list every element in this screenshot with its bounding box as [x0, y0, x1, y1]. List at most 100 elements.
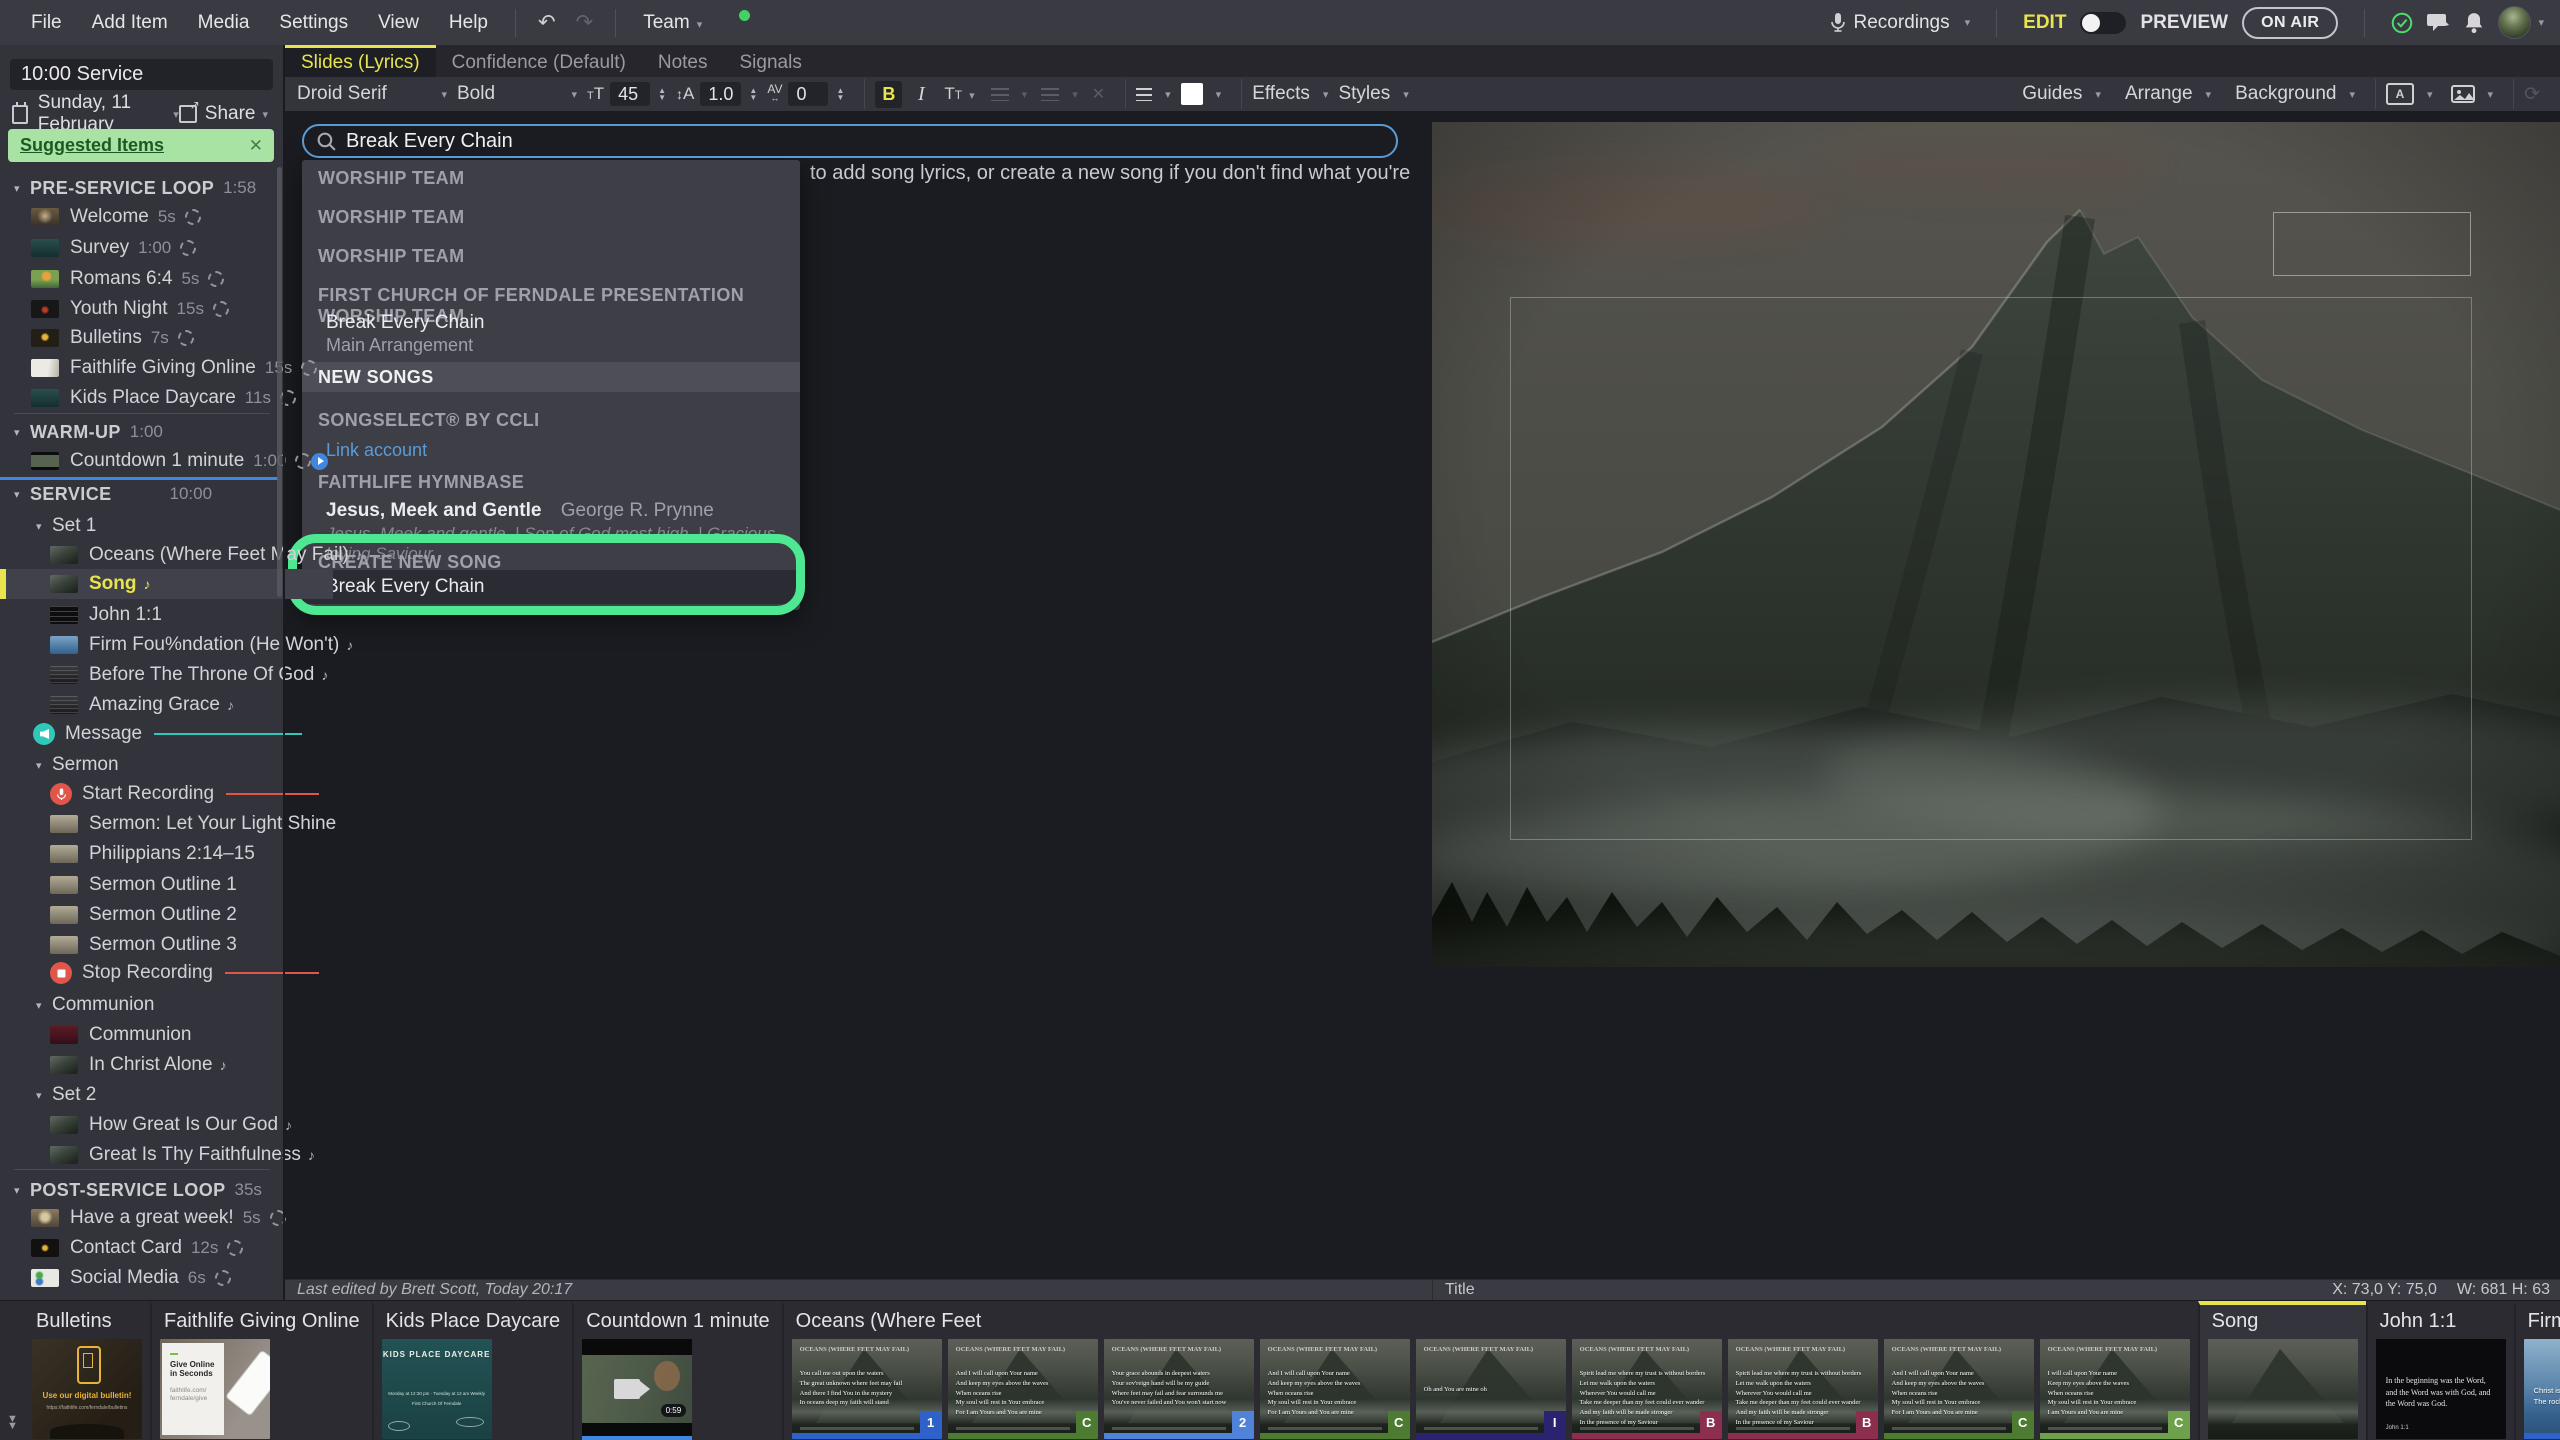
- suggested-items-banner[interactable]: Suggested Items ✕: [8, 129, 274, 162]
- edit-preview-toggle[interactable]: [2080, 12, 2126, 34]
- styles-menu[interactable]: Styles▾: [1338, 83, 1408, 105]
- group-sermon[interactable]: ▾ Sermon: [0, 750, 283, 780]
- line-spacing-stepper[interactable]: ▲▼: [749, 87, 757, 101]
- slide-thumbnail-bulletins[interactable]: Use our digital bulletin! https://faithl…: [32, 1339, 142, 1439]
- title-text-box[interactable]: [2273, 212, 2471, 276]
- chevron-down-icon[interactable]: ▾: [14, 1184, 30, 1197]
- play-button[interactable]: [311, 453, 328, 470]
- service-item-romans[interactable]: Romans 6:4 5s: [0, 264, 314, 294]
- chevron-down-icon[interactable]: ▾: [36, 759, 52, 772]
- filmstrip-collapse-icon[interactable]: ▼▼: [7, 1416, 18, 1430]
- group-set-2[interactable]: ▾ Set 2: [0, 1080, 283, 1110]
- menu-settings[interactable]: Settings: [264, 12, 363, 34]
- chat-icon[interactable]: [2427, 12, 2450, 33]
- guides-menu[interactable]: Guides▾: [2022, 83, 2101, 105]
- slide-thumbnail-firm-foundation[interactable]: Christ is my firm foundation The rock on…: [2524, 1339, 2560, 1439]
- text-color-select[interactable]: ▾: [1181, 83, 1222, 105]
- slide-thumbnail-bridge[interactable]: OCEANS (WHERE FEET MAY FAIL) Spirit lead…: [1572, 1339, 1722, 1439]
- bold-button[interactable]: B: [875, 81, 902, 108]
- slide-thumbnail-chorus[interactable]: OCEANS (WHERE FEET MAY FAIL) And I will …: [1884, 1339, 2034, 1439]
- effects-menu[interactable]: Effects▾: [1252, 83, 1328, 105]
- section-service[interactable]: ▾ SERVICE 10:00: [0, 479, 283, 509]
- menu-view[interactable]: View: [363, 12, 434, 34]
- filmstrip-group-label[interactable]: Countdown 1 minute: [586, 1310, 769, 1333]
- slide-thumbnail-ending-chorus[interactable]: OCEANS (WHERE FEET MAY FAIL) I will call…: [2040, 1339, 2190, 1439]
- font-size-input[interactable]: 45: [610, 82, 650, 106]
- service-item-survey[interactable]: Survey 1:00: [0, 233, 314, 263]
- filmstrip-group-label[interactable]: John 1:1: [2380, 1310, 2502, 1333]
- chevron-down-icon[interactable]: ▾: [36, 999, 52, 1012]
- status-check-icon[interactable]: [2391, 12, 2413, 34]
- service-item-contact-card[interactable]: Contact Card 12s: [0, 1233, 314, 1263]
- slide-thumbnail-song[interactable]: [2208, 1339, 2358, 1439]
- close-icon[interactable]: ✕: [249, 136, 263, 156]
- tab-notes[interactable]: Notes: [642, 45, 724, 77]
- chevron-down-icon[interactable]: ▾: [14, 426, 30, 439]
- menu-file[interactable]: File: [16, 12, 77, 34]
- slide-thumbnail-kids[interactable]: KIDS PLACE DAYCARE Monday at 12:30 pm · …: [382, 1339, 492, 1439]
- slide-thumbnail-interlude[interactable]: OCEANS (WHERE FEET MAY FAIL) Oh and You …: [1416, 1339, 1566, 1439]
- slide-thumbnail-verse-1[interactable]: OCEANS (WHERE FEET MAY FAIL) You call me…: [792, 1339, 942, 1439]
- result-hymn-title[interactable]: Jesus, Meek and Gentle George R. Prynne: [326, 500, 714, 522]
- service-item-youth-night[interactable]: Youth Night 15s: [0, 294, 314, 324]
- service-item-social-media[interactable]: Social Media 6s: [0, 1263, 314, 1293]
- filmstrip-group-label[interactable]: Oceans (Where Feet: [796, 1310, 2186, 1333]
- service-item-message[interactable]: Message: [0, 719, 316, 749]
- bell-icon[interactable]: [2464, 12, 2484, 34]
- background-menu[interactable]: Background▾: [2235, 83, 2355, 105]
- font-family-select[interactable]: Droid Serif▾: [297, 83, 447, 105]
- slide-thumbnail-countdown[interactable]: 0:59: [582, 1339, 692, 1439]
- filmstrip-group-label[interactable]: Firm Fou%ndation (He: [2528, 1310, 2560, 1333]
- link-account-link[interactable]: Link account: [326, 440, 427, 461]
- slide-edit-canvas[interactable]: [1432, 122, 2560, 967]
- filmstrip-group-label[interactable]: Faithlife Giving Online: [164, 1310, 360, 1333]
- section-warm-up[interactable]: ▾ WARM-UP 1:00: [0, 417, 283, 447]
- line-spacing-input[interactable]: 1.0: [700, 82, 741, 106]
- insert-image-button[interactable]: ▾: [2451, 85, 2494, 103]
- group-communion[interactable]: ▾ Communion: [0, 990, 283, 1020]
- arrange-menu[interactable]: Arrange▾: [2125, 83, 2211, 105]
- slide-thumbnail-verse-2[interactable]: OCEANS (WHERE FEET MAY FAIL) Your grace …: [1104, 1339, 1254, 1439]
- slide-thumbnail-bridge[interactable]: OCEANS (WHERE FEET MAY FAIL) Spirit lead…: [1728, 1339, 1878, 1439]
- italic-button[interactable]: I: [908, 83, 934, 106]
- share-menu[interactable]: Share▾: [179, 103, 268, 125]
- filmstrip-group-label[interactable]: Kids Place Daycare: [386, 1310, 561, 1333]
- chevron-down-icon[interactable]: ▾: [14, 488, 30, 501]
- insert-text-box-button[interactable]: A▾: [2386, 83, 2433, 105]
- on-air-button[interactable]: ON AIR: [2242, 7, 2338, 39]
- service-item-welcome[interactable]: Welcome 5s: [0, 202, 314, 232]
- text-case-button[interactable]: TT▾: [944, 84, 974, 104]
- result-song-break-every-chain[interactable]: Break Every Chain: [326, 312, 484, 334]
- chevron-down-icon[interactable]: ▾: [36, 520, 52, 533]
- user-avatar-menu[interactable]: ▾: [2498, 6, 2544, 39]
- recordings-menu[interactable]: Recordings▾: [1830, 12, 1971, 34]
- menu-add-item[interactable]: Add Item: [77, 12, 183, 34]
- section-pre-service-loop[interactable]: ▾ PRE-SERVICE LOOP 1:58: [0, 173, 283, 203]
- service-item-countdown[interactable]: Countdown 1 minute 1:00: [0, 446, 314, 476]
- menu-media[interactable]: Media: [183, 12, 265, 34]
- align-select[interactable]: ▾: [1136, 88, 1171, 101]
- service-item-giving[interactable]: Faithlife Giving Online 15s: [0, 353, 314, 383]
- letter-spacing-input[interactable]: 0: [788, 82, 828, 106]
- service-item-k​ids-place[interactable]: Kids Place Daycare 11s: [0, 383, 314, 413]
- tab-slides-lyrics[interactable]: Slides (Lyrics): [285, 45, 436, 77]
- tab-signals[interactable]: Signals: [724, 45, 818, 77]
- slide-thumbnail-giving[interactable]: Give Online in Seconds faithlife.com/ fe…: [160, 1339, 270, 1439]
- service-item-have-a-great-week[interactable]: Have a great week! 5s: [0, 1203, 314, 1233]
- font-weight-select[interactable]: Bold▾: [457, 83, 577, 105]
- undo-icon[interactable]: ↶: [528, 10, 566, 35]
- letter-spacing-stepper[interactable]: ▲▼: [836, 87, 844, 101]
- menu-help[interactable]: Help: [434, 12, 503, 34]
- song-search-input[interactable]: [302, 124, 1398, 158]
- content-text-box[interactable]: [1510, 297, 2472, 840]
- font-size-stepper[interactable]: ▲▼: [658, 87, 666, 101]
- sidebar-scrollbar[interactable]: [277, 167, 282, 597]
- slide-thumbnail-chorus[interactable]: OCEANS (WHERE FEET MAY FAIL) And I will …: [1260, 1339, 1410, 1439]
- filmstrip-group-label[interactable]: Song: [2212, 1310, 2354, 1333]
- filmstrip-group-label[interactable]: Bulletins: [36, 1310, 138, 1333]
- team-menu[interactable]: Team▾: [628, 12, 717, 34]
- slide-thumbnail-chorus[interactable]: OCEANS (WHERE FEET MAY FAIL) And I will …: [948, 1339, 1098, 1439]
- section-post-service-loop[interactable]: ▾ POST-SERVICE LOOP 35s: [0, 1175, 283, 1205]
- tab-confidence[interactable]: Confidence (Default): [436, 45, 642, 77]
- service-item-bulletins[interactable]: Bulletins 7s: [0, 323, 314, 353]
